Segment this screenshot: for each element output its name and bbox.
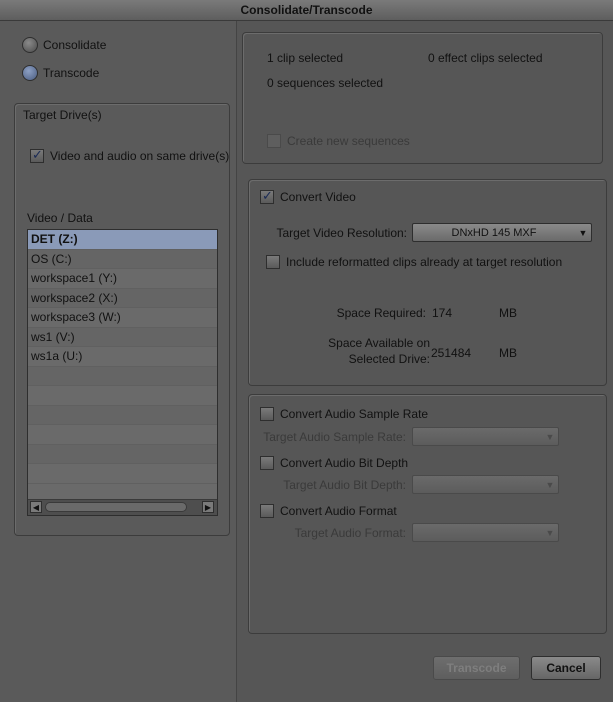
target-bit-depth-label: Target Audio Bit Depth: bbox=[283, 478, 406, 492]
space-available-label-line2: Selected Drive: bbox=[348, 352, 430, 366]
space-required-unit: MB bbox=[499, 306, 517, 320]
clips-selected-text: 1 clip selected bbox=[267, 51, 344, 65]
chevron-down-icon: ▼ bbox=[545, 431, 555, 442]
space-available-unit: MB bbox=[499, 346, 517, 360]
same-drive-checkbox[interactable] bbox=[30, 147, 44, 163]
drive-list-item[interactable]: ws1 (V:) bbox=[28, 327, 217, 347]
convert-bit-depth-option[interactable]: Convert Audio Bit Depth bbox=[260, 454, 408, 472]
transcode-button[interactable]: Transcode bbox=[433, 656, 520, 680]
drive-list-item[interactable]: workspace1 (Y:) bbox=[28, 269, 217, 289]
transcode-radio-row[interactable]: Transcode bbox=[22, 63, 99, 83]
drive-list-item[interactable]: ws1a (U:) bbox=[28, 347, 217, 367]
drive-list-empty-row bbox=[28, 366, 217, 386]
drive-list-item[interactable]: workspace3 (W:) bbox=[28, 308, 217, 328]
space-available-label-line1: Space Available on bbox=[328, 336, 430, 350]
space-required-label: Space Required: bbox=[336, 306, 426, 320]
target-sample-rate-select[interactable]: ▼ bbox=[412, 427, 559, 446]
target-audio-format-select[interactable]: ▼ bbox=[412, 523, 559, 542]
convert-bit-depth-checkbox[interactable] bbox=[260, 456, 274, 470]
drive-list-empty-row bbox=[28, 444, 217, 464]
include-reformatted-checkbox[interactable] bbox=[266, 255, 280, 269]
video-data-header: Video / Data bbox=[27, 211, 93, 225]
drive-list-item[interactable]: DET (Z:) bbox=[28, 230, 217, 250]
convert-sample-rate-option[interactable]: Convert Audio Sample Rate bbox=[260, 405, 428, 423]
effect-clips-selected-text: 0 effect clips selected bbox=[428, 51, 543, 65]
horizontal-scrollbar[interactable]: ◀ ▶ bbox=[28, 499, 217, 515]
target-video-resolution-select[interactable]: DNxHD 145 MXF ▼ bbox=[412, 223, 592, 242]
drive-list-empty-row bbox=[28, 386, 217, 406]
space-required-value: 174 bbox=[432, 306, 453, 320]
consolidate-label: Consolidate bbox=[43, 38, 107, 52]
convert-sample-rate-checkbox[interactable] bbox=[260, 407, 274, 421]
target-sample-rate-label: Target Audio Sample Rate: bbox=[263, 430, 406, 444]
scroll-right-icon[interactable]: ▶ bbox=[202, 501, 214, 513]
scroll-left-icon[interactable]: ◀ bbox=[30, 501, 42, 513]
drive-list-item[interactable]: workspace2 (X:) bbox=[28, 288, 217, 308]
convert-video-checkbox[interactable] bbox=[260, 188, 274, 204]
same-drive-label: Video and audio on same drive(s) bbox=[50, 149, 230, 163]
create-new-sequences-checkbox[interactable] bbox=[267, 134, 281, 148]
target-video-resolution-value: DNxHD 145 MXF bbox=[451, 226, 537, 239]
same-drive-option[interactable]: Video and audio on same drive(s) bbox=[30, 147, 229, 165]
target-video-resolution-label: Target Video Resolution: bbox=[276, 226, 407, 240]
drive-rows: DET (Z:) OS (C:) workspace1 (Y:) workspace2… bbox=[28, 230, 217, 484]
transcode-radio[interactable] bbox=[22, 65, 38, 81]
window-title: Consolidate/Transcode bbox=[0, 0, 613, 21]
drive-list[interactable]: DET (Z:) OS (C:) workspace1 (Y:) workspace2… bbox=[27, 229, 218, 516]
drive-list-empty-row bbox=[28, 425, 217, 445]
convert-sample-rate-label: Convert Audio Sample Rate bbox=[280, 407, 429, 421]
convert-video-label: Convert Video bbox=[280, 190, 356, 204]
target-bit-depth-select[interactable]: ▼ bbox=[412, 475, 559, 494]
target-audio-format-label: Target Audio Format: bbox=[294, 526, 406, 540]
convert-bit-depth-label: Convert Audio Bit Depth bbox=[280, 456, 409, 470]
chevron-down-icon: ▼ bbox=[545, 527, 555, 538]
consolidate-radio-row[interactable]: Consolidate bbox=[22, 35, 106, 55]
space-available-label: Space Available on Selected Drive: bbox=[300, 335, 430, 367]
chevron-down-icon: ▼ bbox=[578, 227, 588, 238]
include-reformatted-option[interactable]: Include reformatted clips already at tar… bbox=[266, 253, 562, 271]
cancel-button[interactable]: Cancel bbox=[531, 656, 601, 680]
convert-video-option[interactable]: Convert Video bbox=[260, 188, 356, 206]
transcode-label: Transcode bbox=[43, 66, 100, 80]
drive-list-empty-row bbox=[28, 405, 217, 425]
consolidate-radio[interactable] bbox=[22, 37, 38, 53]
target-drives-title: Target Drive(s) bbox=[23, 108, 102, 122]
create-new-sequences-option[interactable]: Create new sequences bbox=[267, 132, 410, 150]
create-new-sequences-label: Create new sequences bbox=[287, 134, 410, 148]
include-reformatted-label: Include reformatted clips already at tar… bbox=[286, 255, 563, 269]
drive-list-item[interactable]: OS (C:) bbox=[28, 249, 217, 269]
sequences-selected-text: 0 sequences selected bbox=[267, 76, 384, 90]
scroll-thumb[interactable] bbox=[45, 502, 187, 512]
convert-audio-format-checkbox[interactable] bbox=[260, 504, 274, 518]
convert-audio-format-label: Convert Audio Format bbox=[280, 504, 397, 518]
space-available-value: 251484 bbox=[431, 346, 472, 360]
drive-list-empty-row bbox=[28, 464, 217, 484]
convert-audio-format-option[interactable]: Convert Audio Format bbox=[260, 502, 397, 520]
chevron-down-icon: ▼ bbox=[545, 479, 555, 490]
